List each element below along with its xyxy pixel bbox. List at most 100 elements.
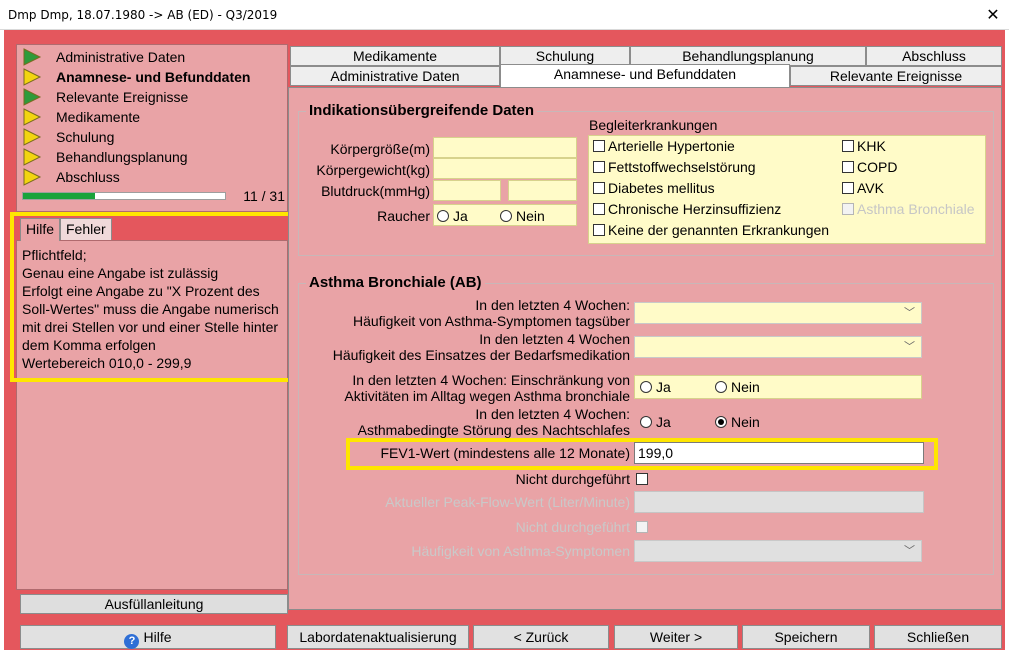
tab-relevante-ereignisse[interactable]: Relevante Ereignisse <box>790 66 1002 86</box>
q2-label-line1: In den letzten 4 Wochen <box>479 331 630 347</box>
q4-no[interactable]: Nein <box>715 414 760 430</box>
tab-help[interactable]: Hilfe <box>20 218 61 241</box>
close-button[interactable]: Schließen <box>874 625 1002 649</box>
comorbidity-checkbox[interactable] <box>842 182 854 194</box>
nav-item[interactable]: Anamnese- und Befunddaten <box>22 67 250 87</box>
nav-item-label: Schulung <box>56 129 115 145</box>
comorbidity-checkbox[interactable] <box>842 161 854 173</box>
smoker-no-radio[interactable] <box>500 210 512 222</box>
nav-item[interactable]: Behandlungsplanung <box>22 147 188 167</box>
blood-pressure-label: Blutdruck(mmHg) <box>321 183 430 199</box>
tab-behandlungsplanung[interactable]: Behandlungsplanung <box>630 46 866 66</box>
nav-item[interactable]: Abschluss <box>22 167 120 187</box>
blood-pressure-diastolic-field[interactable] <box>508 180 577 201</box>
comorbidity-label: AVK <box>857 180 884 196</box>
tab-anamnese-befunddaten[interactable]: Anamnese- und Befunddaten <box>500 64 790 87</box>
comorbidity-option[interactable]: KHK <box>842 138 886 154</box>
chevron-down-icon: ﹀ <box>904 340 915 353</box>
back-button[interactable]: < Zurück <box>473 625 609 649</box>
q1-select[interactable]: ﹀ <box>634 302 922 324</box>
q4-yes-label: Ja <box>656 414 671 430</box>
q4-yes[interactable]: Ja <box>640 414 671 430</box>
comorbidity-option[interactable]: Chronische Herzinsuffizienz <box>593 201 781 217</box>
nav-item[interactable]: Administrative Daten <box>22 47 185 67</box>
smoker-yes[interactable]: Ja <box>437 208 468 224</box>
peakflow-label: Aktueller Peak-Flow-Wert (Liter/Minute) <box>385 494 630 510</box>
close-icon[interactable]: ✕ <box>983 5 1003 24</box>
q4-label-line2: Asthmabedingte Störung des Nachtschlafes <box>357 422 630 438</box>
comorbidity-checkbox[interactable] <box>842 140 854 152</box>
lab-data-update-button[interactable]: Labordatenaktualisierung <box>287 625 469 649</box>
weight-field[interactable] <box>433 158 577 179</box>
yellow-arrow-icon <box>22 148 42 166</box>
comorbidity-checkbox[interactable] <box>593 203 605 215</box>
q1-label-line2: Häufigkeit von Asthma-Symptomen tagsüber <box>352 313 630 329</box>
chevron-down-icon: ﹀ <box>904 544 915 557</box>
blood-pressure-systolic-field[interactable] <box>433 180 501 201</box>
q4-label-line1: In den letzten 4 Wochen: <box>475 406 630 422</box>
nav-item-label: Medikamente <box>56 109 141 125</box>
nav-item-label: Behandlungsplanung <box>56 149 188 165</box>
indikation-title: Indikationsübergreifende Daten <box>306 102 538 119</box>
fev1-highlight <box>346 438 938 470</box>
smoker-label: Raucher <box>377 208 430 224</box>
comorbidity-option[interactable]: COPD <box>842 159 897 175</box>
comorbidity-option[interactable]: Fettstoffwechselstörung <box>593 159 756 175</box>
symptom-frequency-label: Häufigkeit von Asthma-Symptomen <box>411 543 630 559</box>
comorbidity-option[interactable]: AVK <box>842 180 884 196</box>
nav-item-label: Anamnese- und Befunddaten <box>56 69 251 85</box>
q4-no-label: Nein <box>731 414 760 430</box>
not-done-checkbox-2 <box>636 519 651 535</box>
save-button[interactable]: Speichern <box>742 625 870 649</box>
comorbidity-option[interactable]: Keine der genannten Erkrankungen <box>593 222 829 238</box>
comorbidity-checkbox[interactable] <box>593 182 605 194</box>
progress-bar-fill <box>23 193 95 199</box>
comorbidity-label: Arterielle Hypertonie <box>608 138 735 154</box>
q2-select[interactable]: ﹀ <box>634 336 922 358</box>
comorbidity-option[interactable]: Arterielle Hypertonie <box>593 138 735 154</box>
nav-item[interactable]: Schulung <box>22 127 114 147</box>
fill-guide-button[interactable]: Ausfüllanleitung <box>20 594 288 614</box>
not-done-checkbox[interactable] <box>636 471 651 487</box>
height-field[interactable] <box>433 137 577 158</box>
q4-label: In den letzten 4 Wochen: Asthmabedingte … <box>296 406 630 438</box>
smoker-no-label: Nein <box>516 208 545 224</box>
q4-no-radio[interactable] <box>715 416 727 428</box>
comorbidity-label: Fettstoffwechselstörung <box>608 159 756 175</box>
q3-no-radio[interactable] <box>715 381 727 393</box>
nav-item[interactable]: Medikamente <box>22 107 140 127</box>
q3-no[interactable]: Nein <box>715 379 760 395</box>
nav-item[interactable]: Relevante Ereignisse <box>22 87 188 107</box>
comorbidity-label: Asthma Bronchiale <box>857 201 975 217</box>
peakflow-input <box>634 491 924 513</box>
weight-label: Körpergewicht(kg) <box>316 162 430 178</box>
smoker-no[interactable]: Nein <box>500 208 545 224</box>
height-label: Körpergröße(m) <box>330 141 430 157</box>
tab-abschluss[interactable]: Abschluss <box>866 46 1002 66</box>
yellow-arrow-icon <box>22 68 42 86</box>
q3-yes[interactable]: Ja <box>640 379 671 395</box>
yellow-arrow-icon <box>22 128 42 146</box>
comorbidity-checkbox[interactable] <box>593 161 605 173</box>
tab-medikamente[interactable]: Medikamente <box>290 46 500 66</box>
comorbidity-checkbox[interactable] <box>593 140 605 152</box>
help-button[interactable]: ? Hilfe <box>20 625 276 649</box>
smoker-yes-radio[interactable] <box>437 210 449 222</box>
q4-yes-radio[interactable] <box>640 416 652 428</box>
green-arrow-icon <box>22 48 42 66</box>
q3-no-label: Nein <box>731 379 760 395</box>
comorbidity-checkbox[interactable] <box>593 224 605 236</box>
comorbidity-option[interactable]: Diabetes mellitus <box>593 180 715 196</box>
q3-label-line1: In den letzten 4 Wochen: Einschränkung v… <box>352 372 630 388</box>
next-button[interactable]: Weiter > <box>614 625 738 649</box>
q1-label: In den letzten 4 Wochen: Häufigkeit von … <box>296 297 630 329</box>
q3-yes-radio[interactable] <box>640 381 652 393</box>
window-title: Dmp Dmp, 18.07.1980 -> AB (ED) - Q3/2019 <box>8 8 278 22</box>
not-done-checkbox-box[interactable] <box>636 473 648 485</box>
not-done-checkbox-2-box <box>636 521 648 533</box>
tab-schulung[interactable]: Schulung <box>500 46 630 66</box>
not-done-label: Nicht durchgeführt <box>515 471 630 487</box>
tab-administrative-daten[interactable]: Administrative Daten <box>290 66 500 86</box>
q1-label-line1: In den letzten 4 Wochen: <box>475 297 630 313</box>
green-arrow-icon <box>22 88 42 106</box>
